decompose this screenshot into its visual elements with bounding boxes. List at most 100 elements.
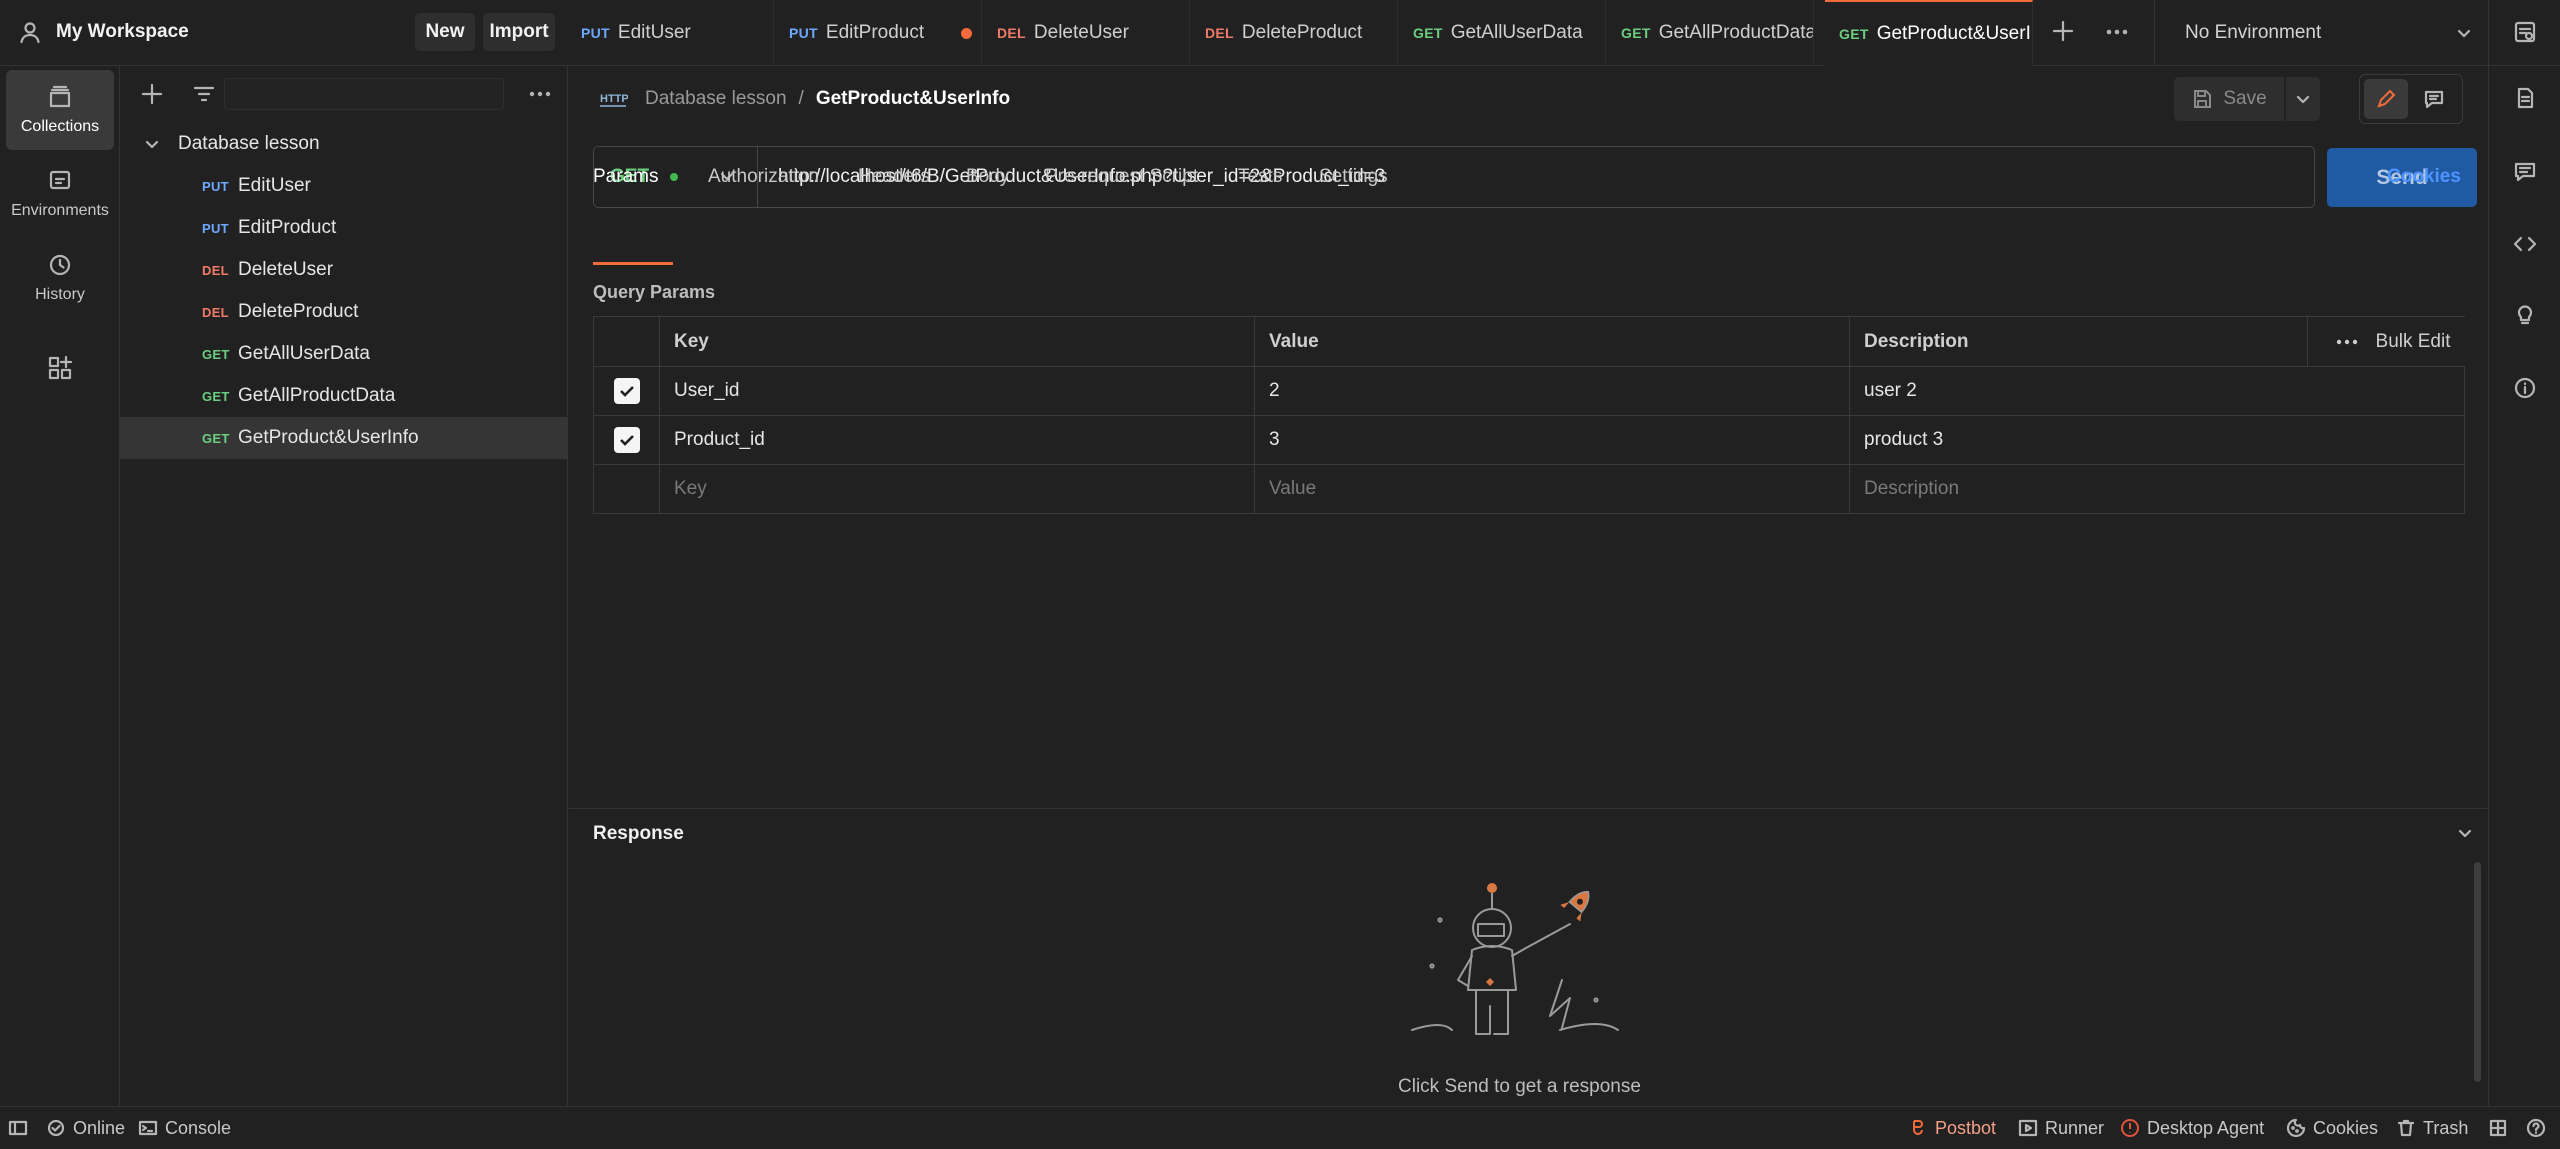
- request-item[interactable]: PUT EditUser: [120, 165, 568, 207]
- request-item[interactable]: GET GetAllUserData: [120, 333, 568, 375]
- tab-label: Params: [593, 166, 659, 187]
- param-value-cell[interactable]: 2: [1254, 366, 1850, 416]
- tab-editproduct[interactable]: PUT EditProduct: [775, 0, 982, 66]
- import-button[interactable]: Import: [483, 13, 555, 51]
- request-item-active[interactable]: GET GetProduct&UserInfo: [120, 417, 568, 459]
- edit-mode-button[interactable]: [2364, 79, 2408, 119]
- tab-authorization[interactable]: Authorization: [708, 166, 819, 188]
- desktop-agent-button[interactable]: Desktop Agent: [2120, 1107, 2264, 1149]
- environment-selector[interactable]: No Environment: [2154, 0, 2488, 66]
- tab-method: DEL: [1205, 25, 1234, 41]
- runner-button[interactable]: Runner: [2018, 1107, 2104, 1149]
- environment-label: No Environment: [2185, 22, 2322, 43]
- chevron-down-icon: [2457, 29, 2471, 38]
- plus-icon: [141, 83, 163, 105]
- more-horizontal-icon: [2106, 29, 2128, 35]
- tab-deleteproduct[interactable]: DEL DeleteProduct: [1191, 0, 1398, 66]
- tab-settings[interactable]: Settings: [1319, 166, 1388, 188]
- rail-configure[interactable]: [46, 354, 74, 382]
- online-status[interactable]: Online: [46, 1107, 125, 1149]
- astronaut-rocket-illustration: [1411, 883, 1619, 1035]
- request-item[interactable]: GET GetAllProductData: [120, 375, 568, 417]
- help-button[interactable]: [2526, 1107, 2546, 1149]
- environment-quicklook-button[interactable]: [2513, 20, 2537, 44]
- tab-getalluserdata[interactable]: GET GetAllUserData: [1399, 0, 1606, 66]
- new-value-input[interactable]: Value: [1254, 464, 1850, 514]
- param-key-cell[interactable]: Product_id: [659, 415, 1255, 465]
- bulk-edit-link[interactable]: Bulk Edit: [2376, 331, 2451, 353]
- tab-params[interactable]: Params: [593, 166, 678, 188]
- request-item[interactable]: DEL DeleteProduct: [120, 291, 568, 333]
- plus-icon: [2052, 20, 2074, 42]
- save-options-button[interactable]: [2286, 77, 2320, 121]
- row-checkbox[interactable]: [613, 378, 640, 404]
- row-checkbox[interactable]: [613, 427, 640, 453]
- code-button[interactable]: [2513, 232, 2537, 256]
- rail-history[interactable]: History: [6, 238, 114, 318]
- request-item[interactable]: DEL DeleteUser: [120, 249, 568, 291]
- comments-mode-button[interactable]: [2412, 79, 2456, 119]
- toggle-sidebar-button[interactable]: [8, 1107, 28, 1149]
- tab-label: GetAllUserData: [1450, 22, 1583, 43]
- row-checkbox-cell: [593, 464, 660, 514]
- page-title[interactable]: GetProduct&UserInfo: [816, 88, 1010, 110]
- new-key-input[interactable]: Key: [659, 464, 1255, 514]
- param-description-cell[interactable]: product 3: [1849, 415, 2465, 465]
- tab-label: EditProduct: [825, 22, 925, 43]
- http-request-icon: HTTP: [600, 93, 628, 107]
- new-button[interactable]: New: [415, 13, 475, 51]
- param-value-cell[interactable]: 3: [1254, 415, 1850, 465]
- collapse-response-button[interactable]: [2456, 824, 2474, 842]
- param-key-cell[interactable]: User_id: [659, 366, 1255, 416]
- console-button[interactable]: Console: [138, 1107, 231, 1149]
- column-key: Key: [659, 316, 1255, 367]
- filter-button[interactable]: [192, 82, 216, 106]
- breadcrumb-parent[interactable]: Database lesson: [645, 88, 787, 110]
- rail-environments[interactable]: Environments: [6, 154, 114, 234]
- request-name: DeleteProduct: [238, 301, 359, 322]
- console-label: Console: [165, 1117, 232, 1138]
- save-button[interactable]: Save: [2174, 77, 2284, 121]
- new-tab-button[interactable]: [2050, 18, 2076, 44]
- tab-getproduct-userinfo[interactable]: GET GetProduct&UserInfo: [1825, 0, 2033, 66]
- tab-overflow-button[interactable]: [2104, 20, 2130, 44]
- response-scrollbar[interactable]: [2474, 862, 2481, 1082]
- more-horizontal-icon[interactable]: [2336, 337, 2358, 347]
- related-button[interactable]: [2513, 302, 2537, 326]
- tab-edituser[interactable]: PUT EditUser: [567, 0, 774, 66]
- new-description-input[interactable]: Description: [1849, 464, 2465, 514]
- sidebar-more-button[interactable]: [527, 84, 553, 104]
- breadcrumb: Database lesson / GetProduct&UserInfo: [645, 88, 1010, 110]
- right-rail: [2488, 0, 2560, 1106]
- info-button[interactable]: [2513, 376, 2537, 400]
- sidebar-toggle-icon: [8, 1120, 28, 1136]
- checkmark-icon: [619, 386, 634, 397]
- tab-body[interactable]: Body: [966, 166, 1009, 188]
- documentation-button[interactable]: [2513, 86, 2537, 110]
- tab-prerequest-script[interactable]: Pre-request Script: [1045, 166, 1198, 188]
- tab-deleteuser[interactable]: DEL DeleteUser: [983, 0, 1190, 66]
- rail-collections[interactable]: Collections: [6, 70, 114, 150]
- request-method: GET: [202, 430, 230, 446]
- tab-getallproductdata[interactable]: GET GetAllProductData: [1607, 0, 1814, 66]
- response-divider[interactable]: [569, 808, 2487, 809]
- console-icon: [138, 1120, 158, 1136]
- cookies-button[interactable]: Cookies: [2286, 1107, 2378, 1149]
- tab-method: GET: [1621, 25, 1651, 41]
- postbot-button[interactable]: Postbot: [1908, 1107, 1996, 1149]
- param-description-cell[interactable]: user 2: [1849, 366, 2465, 416]
- layout-toggle-button[interactable]: [2488, 1107, 2508, 1149]
- tab-tests[interactable]: Tests: [1238, 166, 1282, 188]
- query-params-title: Query Params: [593, 282, 716, 302]
- workspace-switcher[interactable]: My Workspace: [18, 20, 189, 44]
- chevron-down-icon: [2458, 829, 2472, 838]
- cookies-link[interactable]: Cookies: [2387, 166, 2461, 188]
- unsaved-dot-icon: [961, 28, 972, 39]
- add-collection-button[interactable]: [140, 82, 164, 106]
- tab-headers[interactable]: Headers: [858, 166, 930, 188]
- search-collections-input[interactable]: [224, 78, 504, 110]
- comments-button[interactable]: [2513, 160, 2537, 184]
- collection-database-lesson[interactable]: Database lesson: [120, 123, 568, 165]
- request-item[interactable]: PUT EditProduct: [120, 207, 568, 249]
- trash-button[interactable]: Trash: [2396, 1107, 2468, 1149]
